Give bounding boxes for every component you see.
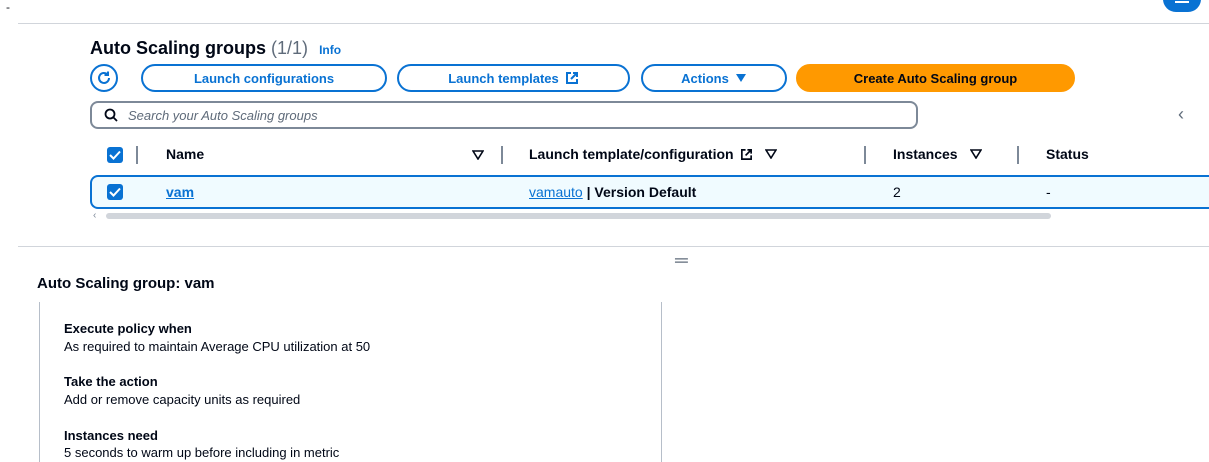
column-separator [136,146,138,164]
column-header-status[interactable]: Status [1046,146,1089,162]
search-box[interactable] [90,101,918,129]
column-header-launch-template-label: Launch template/configuration [529,146,734,162]
status-cell: - [1046,184,1051,200]
page-title: Auto Scaling groups (1/1) Info [90,38,341,59]
policy-when-label: Execute policy when [64,321,192,336]
launch-configurations-button[interactable]: Launch configurations [141,64,387,92]
info-link[interactable]: Info [319,43,341,57]
column-header-instances[interactable]: Instances [893,146,982,162]
actions-label: Actions [681,70,729,86]
detail-column-divider [661,302,662,462]
menu-icon [1175,1,1189,3]
search-input[interactable] [126,106,890,124]
refresh-icon [98,71,110,84]
column-header-status-label: Status [1046,146,1089,162]
row-checkbox[interactable] [107,184,123,200]
instances-need-value: 5 seconds to warm up before including in… [64,445,340,460]
selection-count: (1/1) [271,38,309,58]
sort-down-icon [764,149,777,159]
sort-down-icon[interactable] [472,150,484,160]
column-header-instances-label: Instances [893,146,958,162]
detail-title: Auto Scaling group: vam [37,275,215,292]
instances-cell: 2 [893,184,901,200]
policy-when-value: As required to maintain Average CPU util… [64,339,371,354]
launch-template-cell: vamauto | Version Default [529,184,696,200]
detail-left-border [39,302,40,462]
page-title-text: Auto Scaling groups [90,38,267,58]
launch-templates-button[interactable]: Launch templates [397,64,630,92]
chevron-left-icon[interactable]: ‹ [1178,104,1184,125]
horizontal-scrollbar[interactable] [106,213,1051,219]
external-link-icon [740,148,752,160]
create-auto-scaling-group-button[interactable]: Create Auto Scaling group [796,64,1075,92]
take-action-value: Add or remove capacity units as required [64,392,301,407]
check-icon [109,150,121,160]
launch-template-link[interactable]: vamauto [529,184,583,200]
column-separator [1017,146,1019,164]
sort-down-icon [969,149,982,159]
instances-need-label: Instances need [64,428,158,443]
refresh-button[interactable] [90,64,118,92]
top-dash: - [6,0,10,14]
corner-menu-button[interactable] [1163,0,1201,12]
column-header-launch-template[interactable]: Launch template/configuration [529,146,777,162]
panel-divider [18,246,1209,247]
search-icon [104,108,118,122]
actions-dropdown[interactable]: Actions [641,64,787,92]
take-action-label: Take the action [64,374,158,389]
scroll-left-icon[interactable]: ‹ [93,210,96,221]
column-header-name-label: Name [166,146,205,162]
launch-configurations-label: Launch configurations [193,70,335,86]
check-icon [109,187,121,197]
caret-down-icon [735,74,746,82]
column-header-name[interactable]: Name [166,146,204,162]
create-label: Create Auto Scaling group [853,70,1018,86]
launch-templates-label: Launch templates [448,70,559,86]
select-all-checkbox[interactable] [107,147,123,163]
group-name-link[interactable]: vam [166,184,194,200]
launch-template-version: | Version Default [582,184,697,200]
top-divider [18,23,1209,24]
column-separator [501,146,503,164]
drag-handle-icon[interactable]: ═ [675,250,688,271]
external-link-icon [565,72,578,84]
column-separator [864,146,866,164]
